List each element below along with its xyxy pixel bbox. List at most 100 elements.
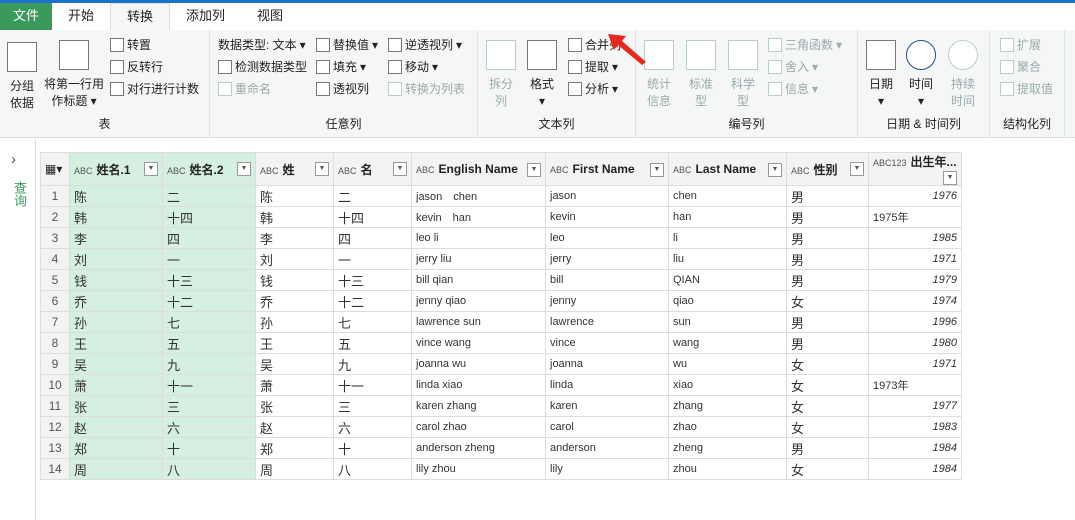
tab-add-column[interactable]: 添加列 (170, 3, 241, 30)
cell[interactable]: 郑 (255, 437, 334, 459)
rounding-button[interactable]: 舍入 ▾ (768, 58, 818, 75)
cell[interactable]: 四 (333, 227, 412, 249)
cell[interactable]: 刘 (255, 248, 334, 270)
cell[interactable]: joanna wu (411, 353, 546, 375)
cell[interactable]: 七 (333, 311, 412, 333)
cell[interactable]: 女 (786, 416, 869, 438)
cell[interactable]: lily (545, 458, 669, 480)
cell[interactable]: 男 (786, 332, 869, 354)
cell[interactable]: sun (668, 311, 787, 333)
tab-home[interactable]: 开始 (52, 3, 110, 30)
cell[interactable]: 陈 (255, 185, 334, 207)
cell[interactable]: jason chen (411, 185, 546, 207)
column-header[interactable]: ABC English Name ▼ (411, 152, 546, 186)
cell[interactable]: 李 (255, 227, 334, 249)
cell[interactable]: 十三 (333, 269, 412, 291)
cell[interactable]: 1976 (868, 185, 962, 207)
filter-dropdown-icon[interactable]: ▼ (650, 162, 664, 177)
cell[interactable]: zhang (668, 395, 787, 417)
parse-button[interactable]: 分析 ▾ (568, 80, 618, 97)
cell[interactable]: bill qian (411, 269, 546, 291)
first-row-header-button[interactable]: 将第一行用作标题 ▾ (44, 40, 104, 110)
cell[interactable]: jerry (545, 248, 669, 270)
cell[interactable]: leo li (411, 227, 546, 249)
date-button[interactable]: 日期 ▾ (866, 40, 896, 110)
type-icon[interactable]: ABC (550, 165, 569, 175)
row-number[interactable]: 3 (40, 227, 70, 249)
type-icon[interactable]: ABC (167, 166, 186, 176)
row-number[interactable]: 4 (40, 248, 70, 270)
table-menu-icon[interactable]: ▦▾ (40, 152, 70, 186)
cell[interactable]: 1974 (868, 290, 962, 312)
cell[interactable]: 十二 (162, 290, 256, 312)
cell[interactable]: chen (668, 185, 787, 207)
cell[interactable]: 十三 (162, 269, 256, 291)
cell[interactable]: 女 (786, 374, 869, 396)
cell[interactable]: 钱 (255, 269, 334, 291)
cell[interactable]: wu (668, 353, 787, 375)
data-type-dropdown[interactable]: 数据类型: 文本 ▾ (218, 36, 306, 53)
detect-type-button[interactable]: 检测数据类型 (218, 58, 307, 75)
row-number[interactable]: 2 (40, 206, 70, 228)
cell[interactable]: 吴 (255, 353, 334, 375)
cell[interactable]: 郑 (69, 437, 163, 459)
reverse-rows-button[interactable]: 反转行 (110, 58, 163, 75)
cell[interactable]: 八 (162, 458, 256, 480)
tab-file[interactable]: 文件 (0, 3, 52, 30)
cell[interactable]: joanna (545, 353, 669, 375)
rename-button[interactable]: 重命名 (218, 80, 271, 97)
cell[interactable]: 四 (162, 227, 256, 249)
cell[interactable]: 一 (333, 248, 412, 270)
cell[interactable]: zhou (668, 458, 787, 480)
row-number[interactable]: 12 (40, 416, 70, 438)
row-number[interactable]: 7 (40, 311, 70, 333)
cell[interactable]: 男 (786, 248, 869, 270)
cell[interactable]: 九 (162, 353, 256, 375)
cell[interactable]: 六 (162, 416, 256, 438)
cell[interactable]: 三 (333, 395, 412, 417)
cell[interactable]: liu (668, 248, 787, 270)
cell[interactable]: li (668, 227, 787, 249)
cell[interactable]: zhao (668, 416, 787, 438)
filter-dropdown-icon[interactable]: ▼ (527, 162, 541, 177)
cell[interactable]: 张 (69, 395, 163, 417)
type-icon[interactable]: ABC (416, 165, 435, 175)
cell[interactable]: 女 (786, 290, 869, 312)
cell[interactable]: 吴 (69, 353, 163, 375)
cell[interactable]: 一 (162, 248, 256, 270)
cell[interactable]: QIAN (668, 269, 787, 291)
column-header[interactable]: ABC 性别 ▼ (786, 152, 869, 186)
filter-dropdown-icon[interactable]: ▼ (768, 162, 782, 177)
queries-label[interactable]: 查询 (10, 181, 29, 207)
cell[interactable]: 周 (69, 458, 163, 480)
column-header[interactable]: ABC 姓名.1 ▼ (69, 152, 163, 186)
filter-dropdown-icon[interactable]: ▼ (315, 161, 329, 176)
row-number[interactable]: 6 (40, 290, 70, 312)
cell[interactable]: 三 (162, 395, 256, 417)
cell[interactable]: 男 (786, 227, 869, 249)
type-icon[interactable]: ABC123 (873, 158, 907, 168)
cell[interactable]: 钱 (69, 269, 163, 291)
move-button[interactable]: 移动 ▾ (388, 58, 438, 75)
row-number[interactable]: 10 (40, 374, 70, 396)
cell[interactable]: jerry liu (411, 248, 546, 270)
cell[interactable]: 男 (786, 206, 869, 228)
count-rows-button[interactable]: 对行进行计数 (110, 80, 199, 97)
replace-values-button[interactable]: 替换值 ▾ (316, 36, 378, 53)
cell[interactable]: carol zhao (411, 416, 546, 438)
cell[interactable]: 女 (786, 395, 869, 417)
column-header[interactable]: ABC 名 ▼ (333, 152, 412, 186)
pivot-button[interactable]: 透视列 (316, 80, 369, 97)
cell[interactable]: lawrence (545, 311, 669, 333)
cell[interactable]: 九 (333, 353, 412, 375)
cell[interactable]: 1975年 (868, 206, 962, 228)
row-number[interactable]: 9 (40, 353, 70, 375)
cell[interactable]: lawrence sun (411, 311, 546, 333)
cell[interactable]: 赵 (255, 416, 334, 438)
time-button[interactable]: 时间 ▾ (906, 40, 936, 110)
column-header[interactable]: ABC First Name ▼ (545, 152, 669, 186)
column-header[interactable]: ABC 姓名.2 ▼ (162, 152, 256, 186)
cell[interactable]: 萧 (69, 374, 163, 396)
split-column-button[interactable]: 拆分列 (486, 40, 516, 110)
filter-dropdown-icon[interactable]: ▼ (237, 161, 251, 176)
